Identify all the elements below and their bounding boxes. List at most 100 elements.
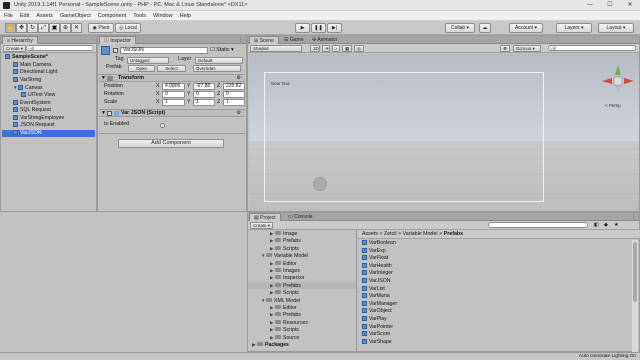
hierarchy-search-input[interactable]: All: [26, 45, 94, 51]
step-button[interactable]: ▶|: [327, 23, 342, 33]
layer-dropdown[interactable]: Default: [195, 57, 243, 64]
layers-button[interactable]: Layers ▾: [556, 23, 592, 33]
project-folder-item[interactable]: ▼ XML Model: [248, 297, 356, 304]
transform-tool-icon[interactable]: ⊕: [60, 23, 71, 33]
effects-toggle-icon[interactable]: ▦: [342, 45, 352, 52]
persp-label[interactable]: < Persp: [605, 102, 621, 109]
component-settings-icon[interactable]: ⚙: [237, 75, 241, 82]
project-folder-item[interactable]: ▶ Resources: [248, 319, 356, 326]
project-folder-item[interactable]: ▶ Packages: [248, 341, 356, 348]
maximize-button[interactable]: ☐: [600, 0, 620, 11]
add-component-button[interactable]: Add Component: [118, 139, 224, 148]
layout-button[interactable]: Layout ▾: [598, 23, 634, 33]
move-tool-icon[interactable]: ✥: [16, 23, 27, 33]
rotate-tool-icon[interactable]: ↻: [27, 23, 38, 33]
2d-toggle[interactable]: 2D: [310, 45, 320, 52]
rect-tool-icon[interactable]: ▣: [49, 23, 60, 33]
lighting-toggle-icon[interactable]: ☀: [322, 45, 330, 52]
tab-project[interactable]: ▤ Project: [249, 213, 281, 221]
position-x-field[interactable]: 4.0806: [162, 83, 185, 90]
collab-button[interactable]: Collab ▾: [445, 23, 475, 33]
asset-item[interactable]: VarInteger: [362, 270, 393, 277]
gizmos-dropdown[interactable]: Gizmos ▾: [513, 45, 541, 52]
project-folder-item[interactable]: ▶ Scripts: [248, 289, 356, 296]
pivot-toggle[interactable]: ◉ Pivot: [88, 23, 114, 33]
menu-gameobject[interactable]: GameObject: [56, 11, 94, 21]
scene-search-input[interactable]: All: [548, 45, 636, 51]
component-enabled-checkbox[interactable]: ✓: [107, 111, 112, 116]
project-folder-item[interactable]: ▶ Inspector: [248, 274, 356, 281]
rotation-y-field[interactable]: 0: [193, 91, 215, 98]
favorite-icon[interactable]: ★: [614, 221, 618, 229]
hand-tool-icon[interactable]: ✋: [5, 23, 16, 33]
asset-item[interactable]: VarHealth: [362, 262, 392, 270]
menu-file[interactable]: File: [0, 11, 16, 21]
menu-tools[interactable]: Tools: [129, 11, 149, 21]
hierarchy-item[interactable]: JSON Request: [2, 122, 95, 129]
hierarchy-item[interactable]: EventSystem: [2, 99, 95, 107]
local-toggle[interactable]: ◎ Local: [115, 23, 141, 33]
object-name-field[interactable]: VarJSON: [120, 47, 208, 54]
component-settings-icon[interactable]: ⚙: [237, 110, 241, 117]
position-y-field[interactable]: -67.88: [193, 83, 215, 90]
asset-scrollbar[interactable]: [632, 240, 638, 352]
breadcrumb-item[interactable]: Variable Model: [403, 231, 438, 237]
project-folder-item[interactable]: ▶ Editor: [248, 304, 356, 311]
menu-assets[interactable]: Assets: [32, 11, 56, 21]
project-search-input[interactable]: [488, 222, 588, 228]
pause-button[interactable]: ❚❚: [311, 23, 326, 33]
asset-item[interactable]: VarList: [362, 285, 385, 293]
scene-light-gizmo[interactable]: [313, 177, 327, 191]
audio-toggle-icon[interactable]: ♪: [332, 45, 340, 52]
script-component-header[interactable]: ▼ ✓ Var JSON (Script) ⚙: [99, 109, 245, 117]
tab-inspector[interactable]: ⓘ Inspector: [99, 36, 136, 44]
project-folder-item[interactable]: ▶ Prefabs: [248, 281, 356, 289]
hierarchy-item[interactable]: SQL Request: [2, 107, 95, 114]
asset-item[interactable]: VarShape: [362, 338, 392, 346]
project-folder-item[interactable]: ▶ Prefabs: [248, 311, 356, 318]
rotation-x-field[interactable]: 0: [162, 91, 185, 98]
scale-x-field[interactable]: 1: [162, 99, 185, 106]
hierarchy-item[interactable]: UIText View: [2, 92, 95, 99]
prefab-select-button[interactable]: Select: [157, 65, 186, 72]
cloud-button[interactable]: ☁: [479, 23, 491, 33]
panel-menu-icon[interactable]: ⋮: [238, 36, 243, 44]
project-create-button[interactable]: Create ▾: [250, 222, 274, 229]
hidden-objects-icon[interactable]: ◎: [354, 45, 364, 52]
asset-item[interactable]: VarScore: [362, 331, 390, 338]
project-folder-item[interactable]: ▶ Scripts: [248, 326, 356, 333]
hierarchy-item[interactable]: Main Camera: [2, 61, 95, 69]
rotation-z-field[interactable]: 0: [223, 91, 245, 98]
hierarchy-item[interactable]: VarString: [2, 76, 95, 84]
project-folder-item[interactable]: ▶ Images: [248, 267, 356, 274]
active-checkbox[interactable]: ✓: [113, 48, 118, 53]
project-folder-item[interactable]: ▶ Source: [248, 334, 356, 341]
account-button[interactable]: Account ▾: [509, 23, 543, 33]
project-folder-item[interactable]: ▼ Variable Model: [248, 252, 356, 259]
tab-scene[interactable]: ⊞ Scene: [249, 36, 279, 44]
breadcrumb-item[interactable]: Zetcil: [384, 231, 397, 237]
asset-item[interactable]: VarBoolean: [362, 240, 396, 247]
tab-animator[interactable]: ✣ Animator: [308, 36, 341, 44]
orientation-gizmo[interactable]: [601, 64, 635, 102]
tab-hierarchy[interactable]: ≡ Hierarchy: [2, 36, 38, 44]
breadcrumb-item[interactable]: Prefabs: [444, 231, 463, 237]
scale-z-field[interactable]: 1: [223, 99, 245, 106]
filter-label-icon[interactable]: ◆: [604, 221, 608, 229]
tag-dropdown[interactable]: Untagged: [127, 57, 169, 64]
tab-console[interactable]: ▭ Console: [284, 213, 316, 221]
hierarchy-item[interactable]: VarJSON: [2, 130, 95, 137]
shading-mode-dropdown[interactable]: Shaded: [250, 45, 302, 52]
asset-item[interactable]: VarJSON: [362, 278, 391, 285]
scene-camera-icon[interactable]: ☸: [500, 45, 510, 52]
project-folder-item[interactable]: ▶ Prefabs: [248, 237, 356, 244]
is-enabled-toggle[interactable]: [160, 123, 165, 128]
transform-header[interactable]: ▼ Transform ⚙: [99, 74, 245, 82]
asset-item[interactable]: VarPointer: [362, 323, 393, 331]
asset-item[interactable]: VarMana: [362, 293, 390, 300]
breadcrumb-item[interactable]: Assets: [362, 231, 378, 237]
play-button[interactable]: ▶: [295, 23, 310, 33]
menu-help[interactable]: Help: [176, 11, 194, 21]
menu-edit[interactable]: Edit: [16, 11, 32, 21]
project-folder-item[interactable]: ▶ Scripts: [248, 245, 356, 252]
